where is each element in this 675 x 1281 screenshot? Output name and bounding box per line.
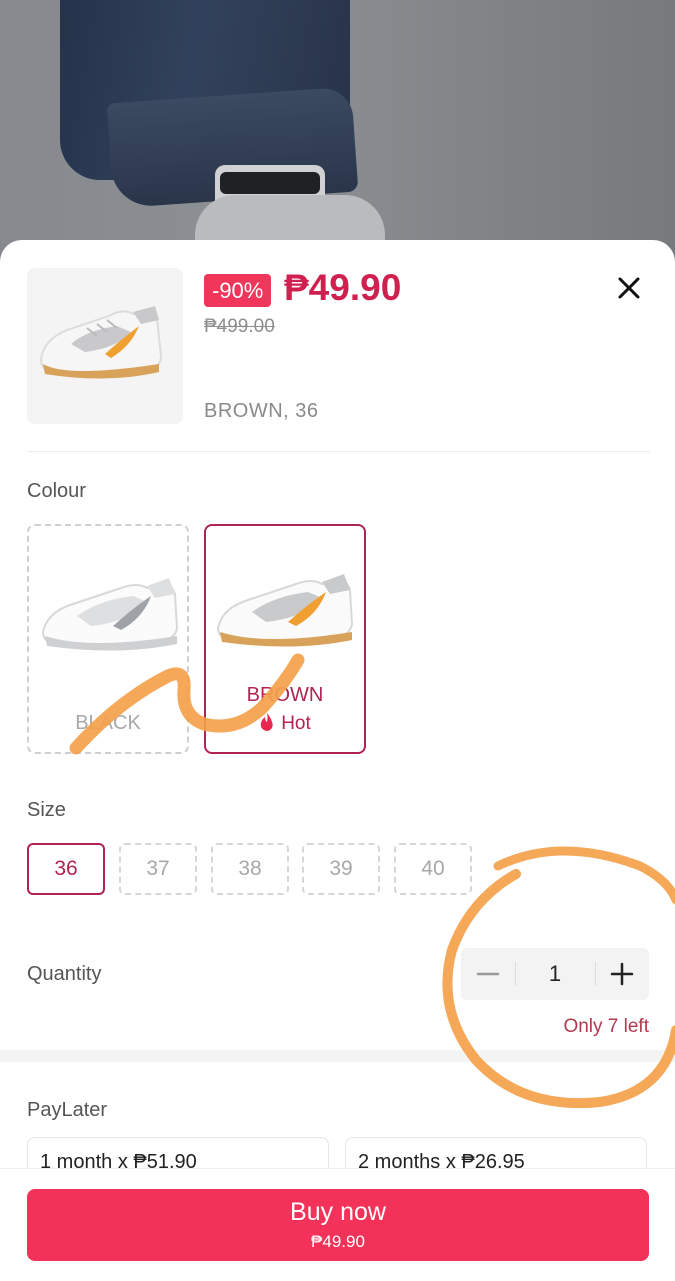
current-price: ₱49.90 [284, 267, 402, 308]
buy-now-button[interactable]: Buy now ₱49.90 [27, 1189, 649, 1261]
selected-variant-text: BROWN, 36 [204, 400, 319, 422]
flame-icon [261, 713, 273, 731]
size-option-37[interactable]: 37 [119, 843, 197, 895]
buy-now-price: ₱49.90 [311, 1232, 365, 1251]
colour-option-brown[interactable]: BROWN Hot [204, 524, 366, 754]
size-option-36[interactable]: 36 [27, 843, 105, 895]
variant-selector-sheet: -90% ₱49.90 ₱499.00 BROWN, 36 Colour BLA… [0, 240, 675, 1281]
header-divider [27, 451, 650, 452]
original-price: ₱499.00 [204, 316, 275, 337]
close-icon [618, 277, 640, 299]
section-divider [0, 1050, 675, 1062]
colour-option-label: BLACK [75, 712, 141, 734]
product-photo-background [0, 0, 675, 260]
sock-band-image [220, 172, 320, 194]
quantity-value[interactable]: 1 [515, 948, 595, 1000]
colour-option-black[interactable]: BLACK [27, 524, 189, 754]
hot-tag: Hot [206, 712, 364, 735]
size-option-38[interactable]: 38 [211, 843, 289, 895]
quantity-stepper: 1 [461, 948, 649, 1000]
plus-icon [610, 962, 634, 986]
size-option-40[interactable]: 40 [394, 843, 472, 895]
brown-shoe-image [216, 574, 354, 647]
paylater-section-label: PayLater [27, 1099, 108, 1121]
buy-now-label: Buy now [290, 1198, 386, 1226]
stock-remaining-text: Only 7 left [563, 1016, 649, 1037]
product-thumbnail [27, 268, 183, 424]
black-shoe-image [41, 578, 179, 651]
footer-bar: Buy now ₱49.90 [0, 1168, 675, 1281]
colour-option-label: BROWN [246, 684, 324, 706]
close-button[interactable] [608, 267, 650, 309]
quantity-increase-button[interactable] [595, 948, 649, 1000]
discount-badge: -90% [204, 274, 272, 307]
colour-section-label: Colour [27, 480, 86, 502]
quantity-section-label: Quantity [27, 963, 102, 985]
size-option-39[interactable]: 39 [302, 843, 380, 895]
quantity-decrease-button[interactable] [461, 948, 515, 1000]
size-section-label: Size [27, 799, 66, 821]
hot-tag-label: Hot [281, 713, 311, 734]
minus-icon [476, 972, 500, 976]
